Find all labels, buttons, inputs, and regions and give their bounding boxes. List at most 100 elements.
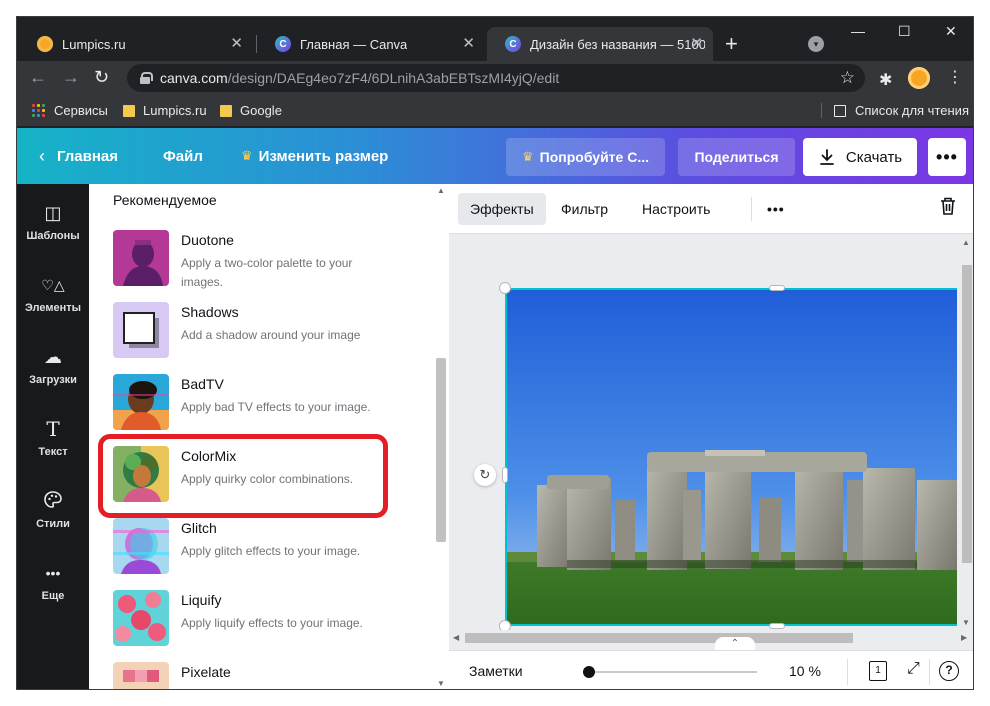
resize-button[interactable]: ♛ Изменить размер (241, 128, 388, 184)
sidebar-item-more[interactable]: ••• Еще (17, 562, 89, 602)
home-button[interactable]: ‹ Главная (39, 128, 118, 184)
close-window-button[interactable]: ✕ (945, 23, 957, 40)
more-tools-button[interactable]: ••• (755, 193, 797, 225)
sidebar-item-label: Шаблоны (26, 230, 80, 242)
effect-description: Apply liquify effects to your image. (181, 616, 363, 630)
scroll-up-icon[interactable]: ▲ (962, 238, 970, 247)
tab-effects[interactable]: Эффекты (458, 193, 546, 225)
download-label: Скачать (845, 148, 903, 166)
effect-description: Apply bad TV effects to your image. (181, 400, 371, 414)
sidebar-item-templates[interactable]: ◫ Шаблоны (17, 202, 89, 242)
help-icon[interactable]: ? (939, 661, 959, 681)
close-icon[interactable]: ✕ (462, 36, 475, 52)
effect-name: Shadows (181, 304, 239, 320)
effect-thumbnail (113, 662, 169, 689)
file-menu-button[interactable]: Файл (163, 128, 203, 184)
footer-divider (847, 659, 848, 685)
tab-title: Главная — Canva (300, 36, 408, 52)
canvas-vertical-scrollbar[interactable]: ▲ ▼ (957, 236, 973, 630)
maximize-button[interactable]: ☐ (898, 23, 911, 40)
zoom-level[interactable]: 10 % (789, 663, 821, 679)
close-icon[interactable]: ✕ (690, 36, 703, 52)
scroll-down-icon[interactable]: ▼ (437, 679, 445, 688)
bookmark-google[interactable]: Google (220, 103, 282, 118)
reading-list[interactable]: Список для чтения (821, 103, 969, 118)
tab-lumpics[interactable]: Lumpics.ru ✕ (19, 27, 253, 61)
left-sidebar: ◫ Шаблоны ♡△ Элементы ☁ Загрузки T Текст… (17, 184, 89, 689)
bookmark-apps[interactable]: Сервисы (32, 103, 108, 118)
more-options-button[interactable]: ••• (928, 138, 966, 176)
reading-list-label: Список для чтения (855, 103, 969, 118)
editor-area: Эффекты Фильтр Настроить ••• ↻ ▲ ▼ ◀ ▶ ⌃… (449, 184, 973, 689)
rotate-icon[interactable]: ↻ (474, 464, 496, 486)
templates-icon: ◫ (44, 203, 62, 223)
effect-shadows[interactable]: Shadows Add a shadow around your image (113, 302, 433, 358)
bookmark-label: Сервисы (54, 103, 108, 118)
canva-icon: C (505, 36, 521, 52)
sidebar-item-label: Еще (41, 590, 65, 602)
forward-icon[interactable]: → (62, 67, 80, 87)
tab-canva-home[interactable]: C Главная — Canva ✕ (257, 27, 485, 61)
tab-filter[interactable]: Фильтр (549, 193, 620, 225)
share-button[interactable]: Поделиться (678, 138, 795, 176)
download-icon (819, 149, 834, 165)
profile-avatar[interactable] (908, 67, 930, 89)
canvas-horizontal-scrollbar[interactable]: ◀ ▶ (449, 630, 973, 646)
back-icon[interactable]: ← (29, 67, 47, 87)
tab-adjust[interactable]: Настроить (630, 193, 722, 225)
elements-icon: ♡△ (41, 277, 65, 293)
extensions-icon[interactable]: ✱ (879, 70, 892, 90)
page-count-icon[interactable]: 1 (869, 661, 887, 681)
footer-divider (929, 659, 930, 685)
resize-handle[interactable] (769, 285, 785, 291)
colormix-highlight (98, 434, 388, 518)
effect-thumbnail (113, 302, 169, 358)
zoom-slider-knob[interactable] (583, 666, 595, 678)
effect-description: Apply a two-color palette to your images… (181, 256, 353, 289)
sidebar-item-text[interactable]: T Текст (17, 418, 89, 458)
image-context-toolbar: Эффекты Фильтр Настроить ••• (449, 184, 973, 234)
browser-toolbar: ← → ↻ canva.com/design/DAEg4eo7zF4/6DLni… (17, 61, 973, 95)
tab-canva-design[interactable]: C Дизайн без названия — 5100 ✕ (487, 27, 713, 61)
notes-button[interactable]: Заметки (469, 663, 523, 679)
download-button[interactable]: Скачать (803, 138, 917, 176)
effect-glitch[interactable]: Glitch Apply glitch effects to your imag… (113, 518, 433, 574)
resize-handle[interactable] (499, 282, 511, 294)
scroll-down-icon[interactable]: ▼ (962, 618, 970, 627)
reload-icon[interactable]: ↻ (94, 67, 109, 87)
chevron-left-icon: ‹ (39, 145, 45, 166)
scrollbar-thumb[interactable] (465, 633, 853, 643)
sidebar-item-label: Стили (36, 518, 70, 530)
trash-icon[interactable] (939, 196, 957, 221)
panel-scrollbar[interactable]: ▲ ▼ (432, 184, 449, 689)
lumpics-icon (37, 36, 53, 52)
sidebar-item-elements[interactable]: ♡△ Элементы (17, 274, 89, 314)
bookmark-lumpics[interactable]: Lumpics.ru (123, 103, 207, 118)
browser-menu-icon[interactable]: ⋮ (947, 68, 963, 88)
minimize-button[interactable]: — (851, 23, 865, 39)
chevron-up-icon[interactable]: ⌃ (715, 637, 755, 651)
bookmark-star-icon[interactable]: ☆ (840, 68, 855, 88)
sidebar-item-uploads[interactable]: ☁ Загрузки (17, 346, 89, 386)
stonehenge-photo[interactable] (505, 288, 961, 626)
scroll-up-icon[interactable]: ▲ (437, 186, 445, 195)
try-pro-button[interactable]: ♛ Попробуйте С... (506, 138, 665, 176)
effect-badtv[interactable]: BadTV Apply bad TV effects to your image… (113, 374, 433, 430)
address-bar[interactable]: canva.com/design/DAEg4eo7zF4/6DLnihA3abE… (127, 64, 865, 92)
effect-pixelate[interactable]: Pixelate (113, 662, 433, 689)
scrollbar-thumb[interactable] (962, 265, 972, 563)
zoom-slider-track[interactable] (589, 671, 757, 673)
effect-liquify[interactable]: Liquify Apply liquify effects to your im… (113, 590, 433, 646)
resize-handle[interactable] (502, 467, 508, 483)
close-icon[interactable]: ✕ (230, 36, 243, 52)
resize-handle[interactable] (769, 623, 785, 629)
scrollbar-thumb[interactable] (436, 358, 446, 542)
tab-search-icon[interactable]: ▾ (808, 36, 824, 52)
lock-icon (140, 72, 153, 84)
sidebar-item-styles[interactable]: Стили (17, 490, 89, 530)
new-tab-button[interactable]: + (725, 33, 738, 55)
scroll-left-icon[interactable]: ◀ (453, 633, 459, 642)
fullscreen-icon[interactable]: ⤢ (907, 660, 920, 678)
effect-duotone[interactable]: Duotone Apply a two-color palette to you… (113, 230, 433, 289)
scroll-right-icon[interactable]: ▶ (961, 633, 967, 642)
